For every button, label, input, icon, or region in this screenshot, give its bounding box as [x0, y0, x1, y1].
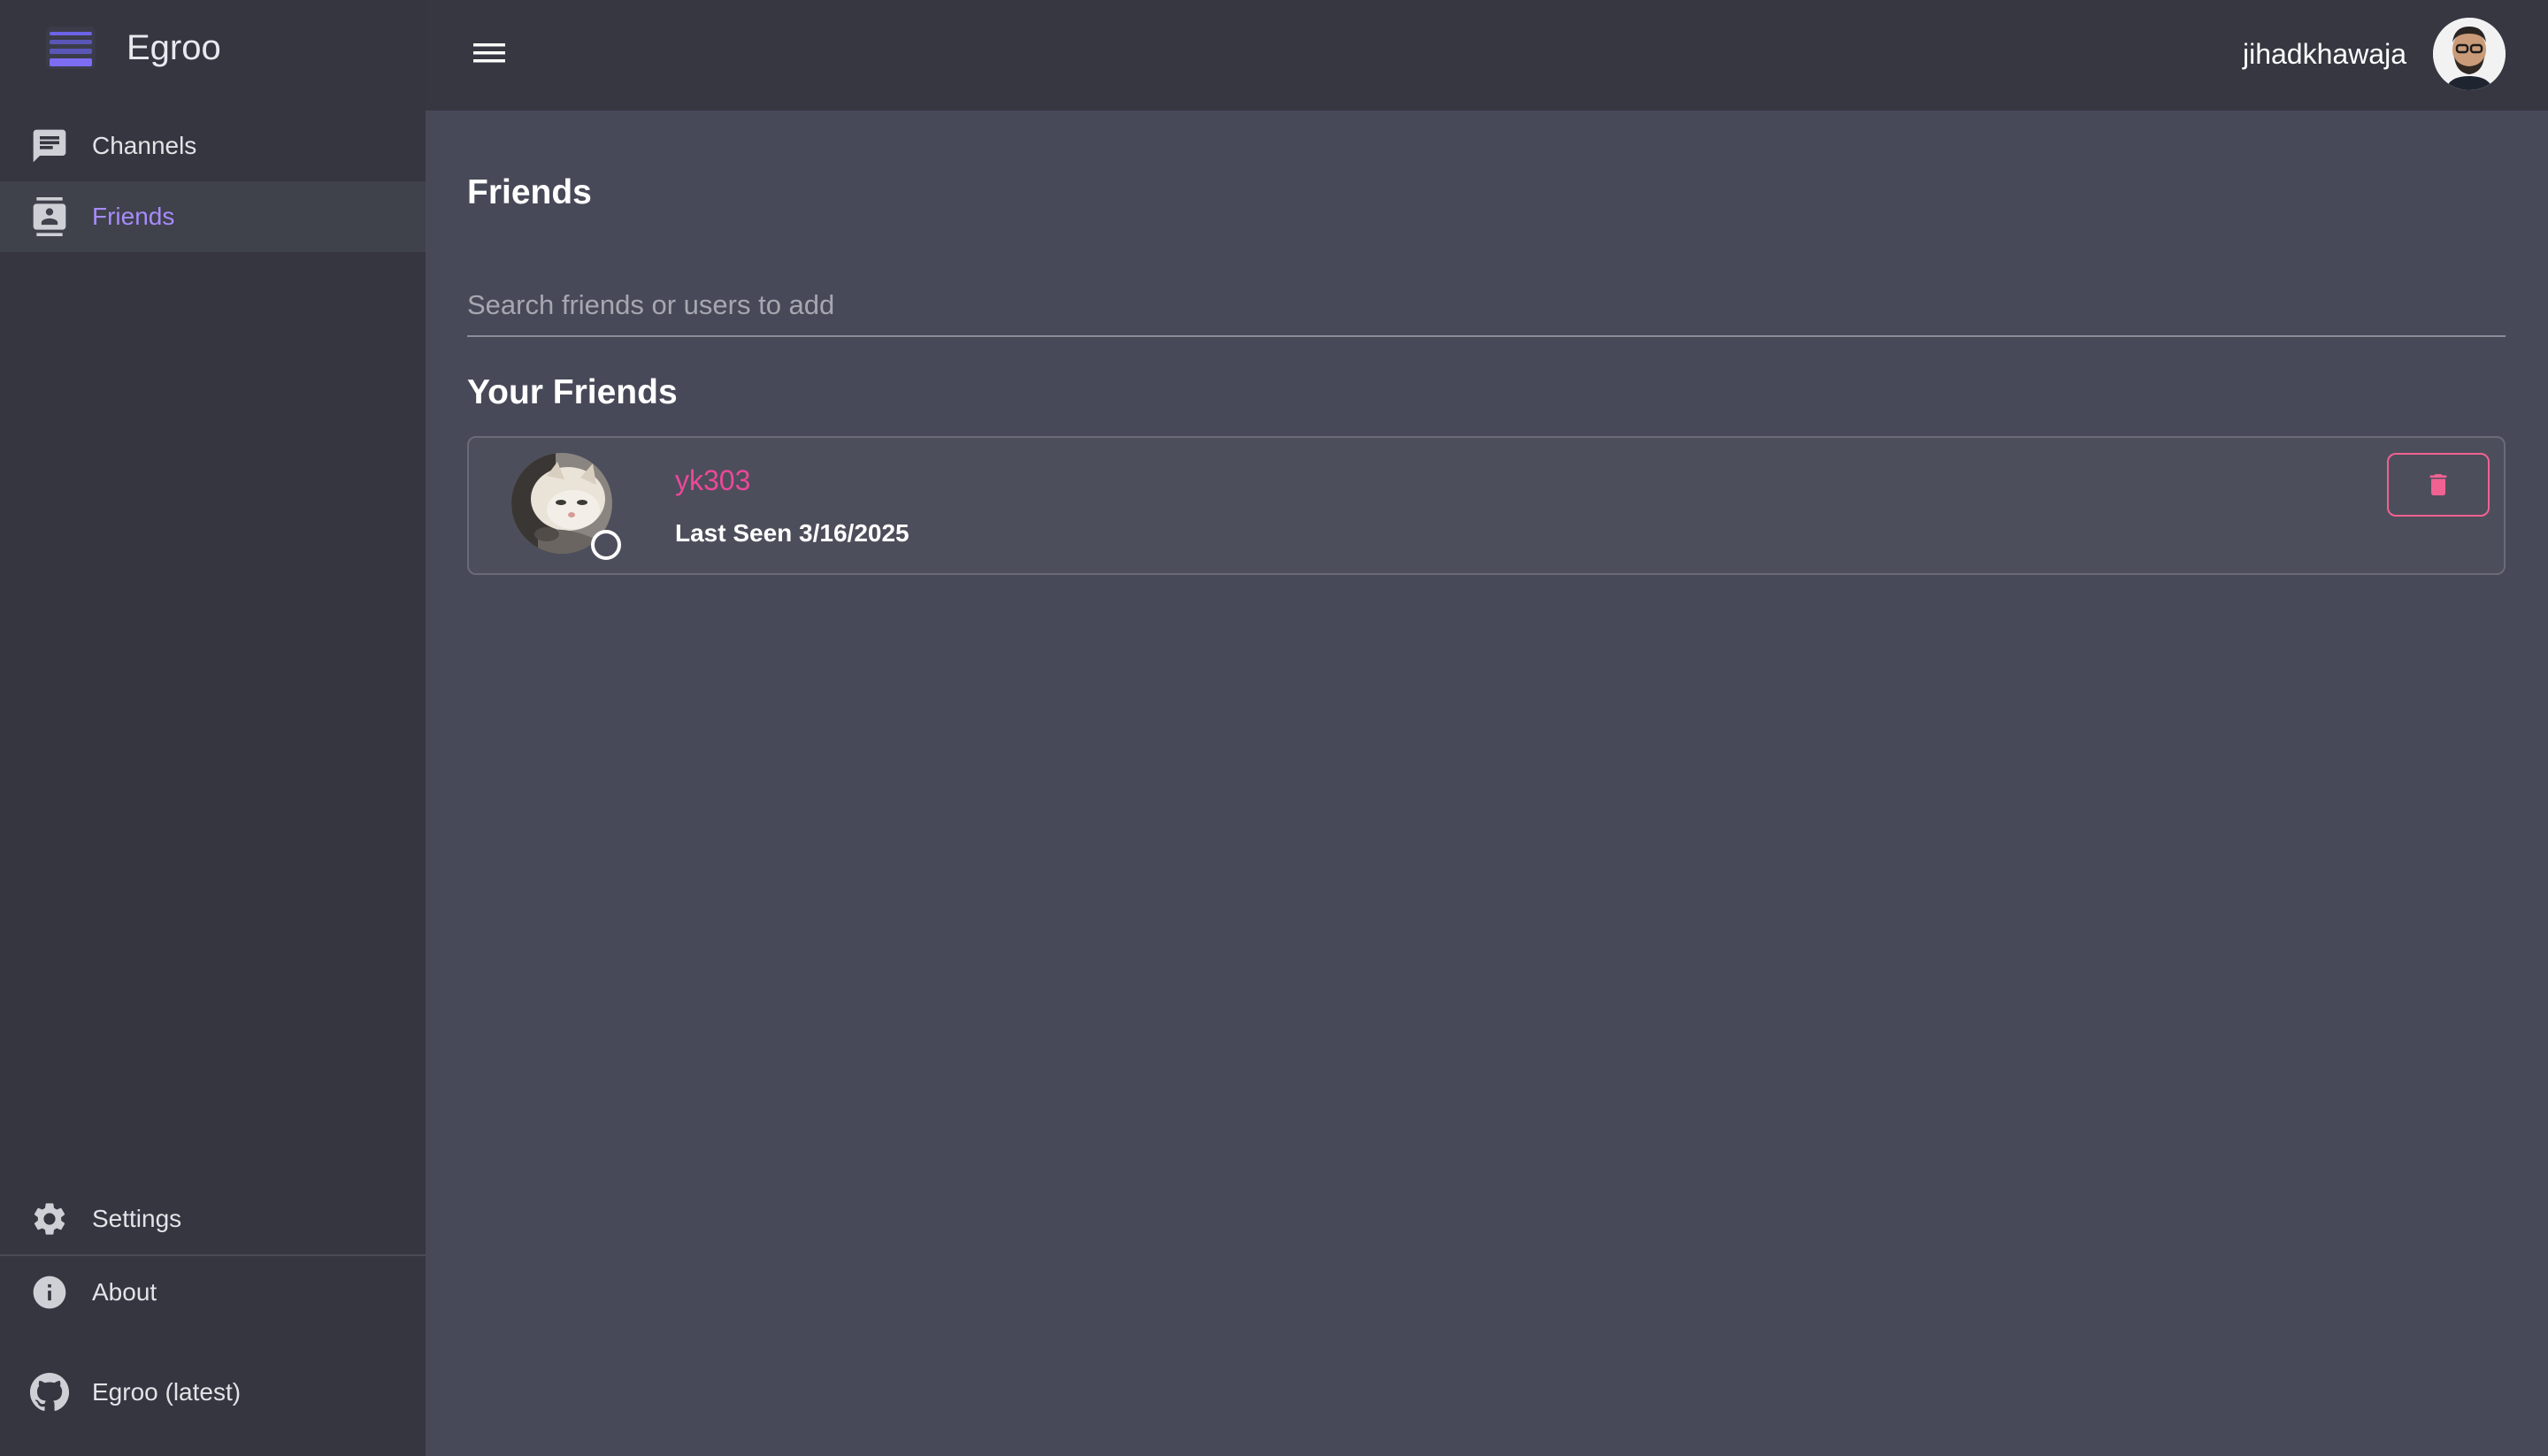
friend-name[interactable]: yk303	[675, 464, 750, 497]
brand[interactable]: Egroo	[0, 0, 426, 111]
info-icon	[29, 1272, 70, 1313]
sidebar-item-settings[interactable]: Settings	[0, 1184, 426, 1254]
sidebar-item-github[interactable]: Egroo (latest)	[0, 1357, 426, 1428]
remove-friend-button[interactable]	[2387, 453, 2490, 517]
sidebar-item-label: Settings	[92, 1205, 182, 1232]
avatar[interactable]	[2433, 18, 2506, 90]
sidebar-item-label: Friends	[92, 203, 175, 230]
section-title: Your Friends	[467, 373, 678, 411]
sidebar-item-friends[interactable]: Friends	[0, 181, 426, 252]
sidebar-item-label: Egroo (latest)	[92, 1378, 242, 1406]
sidebar: Egroo Channels Friends Settings About Eg…	[0, 0, 426, 1456]
sidebar-item-label: Channels	[92, 132, 197, 159]
friend-last-seen: Last Seen 3/16/2025	[675, 519, 909, 547]
sidebar-item-channels[interactable]: Channels	[0, 111, 426, 181]
trash-icon	[2429, 474, 2447, 495]
gear-icon	[29, 1199, 70, 1239]
friend-card[interactable]: yk303 Last Seen 3/16/2025	[467, 436, 2506, 575]
search-input[interactable]	[467, 279, 2506, 332]
menu-toggle-button[interactable]	[464, 32, 514, 74]
contacts-icon	[29, 196, 70, 237]
top-app-bar: jihadkhawaja	[426, 0, 2548, 111]
app-name: Egroo	[127, 28, 221, 67]
username[interactable]: jihadkhawaja	[2243, 34, 2406, 73]
search-field[interactable]	[467, 279, 2506, 337]
hamburger-icon	[473, 43, 505, 63]
sidebar-item-about[interactable]: About	[0, 1257, 426, 1328]
egroo-logo-icon	[44, 23, 97, 73]
sidebar-divider	[0, 1254, 426, 1256]
sidebar-item-label: About	[92, 1278, 157, 1306]
page-title: Friends	[467, 173, 592, 211]
github-icon	[29, 1372, 70, 1413]
status-indicator	[591, 530, 621, 560]
chat-icon	[29, 126, 70, 166]
main-content: Friends Your Friends yk303 Last Seen 3/1…	[426, 111, 2548, 1456]
